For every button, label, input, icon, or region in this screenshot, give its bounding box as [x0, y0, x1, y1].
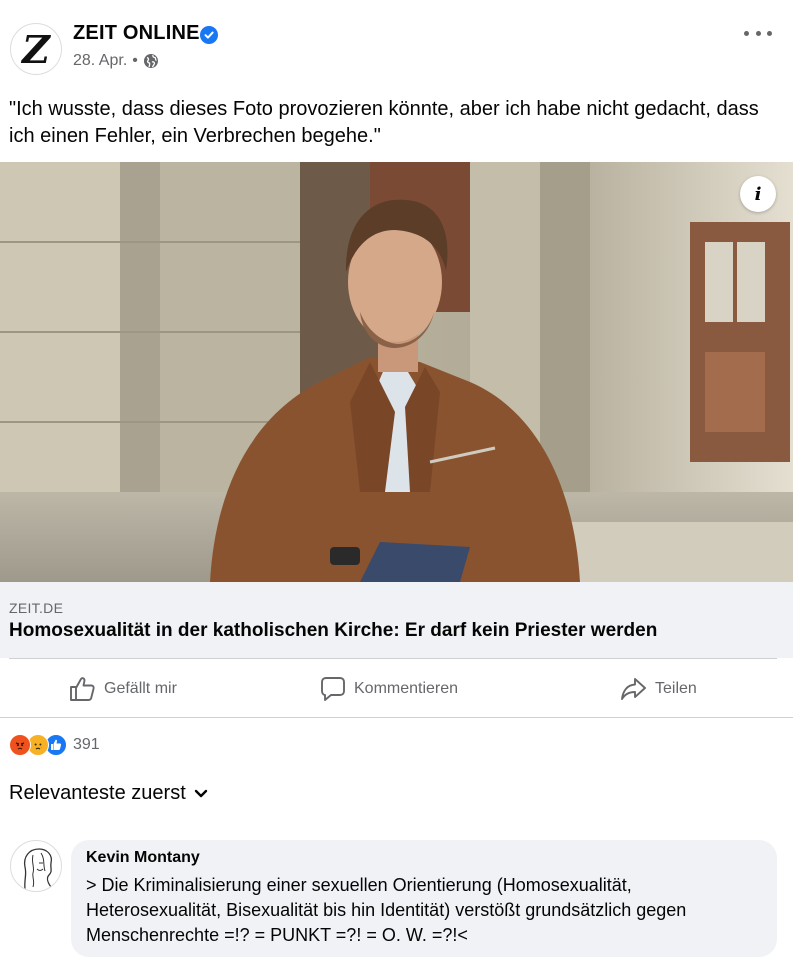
share-label: Teilen: [655, 680, 697, 697]
meta-separator: •: [132, 52, 138, 69]
commenter-avatar[interactable]: [10, 840, 62, 892]
globe-icon: [143, 53, 159, 69]
more-options-icon[interactable]: [744, 22, 772, 44]
page-avatar[interactable]: Z: [10, 23, 62, 75]
comment-sort-dropdown[interactable]: Relevanteste zuerst: [9, 782, 208, 805]
post-text: "Ich wusste, dass dieses Foto provoziere…: [9, 98, 759, 147]
comment-author[interactable]: Kevin Montany: [86, 849, 200, 867]
link-title[interactable]: Homosexualität in der katholischen Kirch…: [9, 620, 657, 642]
link-domain: ZEIT.DE: [9, 600, 64, 616]
verified-badge-icon: [200, 26, 218, 44]
share-button[interactable]: Teilen: [620, 661, 697, 717]
action-bar: Gefällt mir Kommentieren Teilen: [0, 661, 793, 717]
post-header: Z ZEIT ONLINE 28. Apr. •: [0, 0, 793, 90]
comment-bubble[interactable]: Kevin Montany > Die Kriminalisierung ein…: [71, 840, 777, 957]
comment-button[interactable]: Kommentieren: [320, 661, 458, 717]
like-label: Gefällt mir: [104, 680, 177, 697]
chevron-down-icon: [194, 789, 208, 799]
post-image[interactable]: [0, 162, 793, 582]
post-date[interactable]: 28. Apr.: [73, 52, 127, 70]
comment-label: Kommentieren: [354, 680, 459, 697]
page-name[interactable]: ZEIT ONLINE: [73, 22, 200, 45]
sort-label: Relevanteste zuerst: [9, 782, 186, 804]
avatar-logo: Z: [22, 27, 50, 72]
info-icon[interactable]: i: [740, 176, 776, 212]
reaction-count: 391: [73, 736, 100, 753]
like-button[interactable]: Gefällt mir: [69, 661, 177, 717]
divider: [0, 717, 793, 718]
share-icon: [620, 676, 647, 702]
angry-icon: [9, 734, 31, 756]
divider: [9, 658, 777, 659]
comment-icon: [320, 676, 346, 702]
reactions-summary[interactable]: 391: [9, 733, 100, 757]
post-meta: 28. Apr. •: [73, 52, 159, 70]
link-preview[interactable]: ZEIT.DE Homosexualität in der katholisch…: [0, 582, 793, 658]
comment-text: > Die Kriminalisierung einer sexuellen O…: [86, 875, 687, 945]
thumbs-up-icon: [69, 676, 96, 702]
